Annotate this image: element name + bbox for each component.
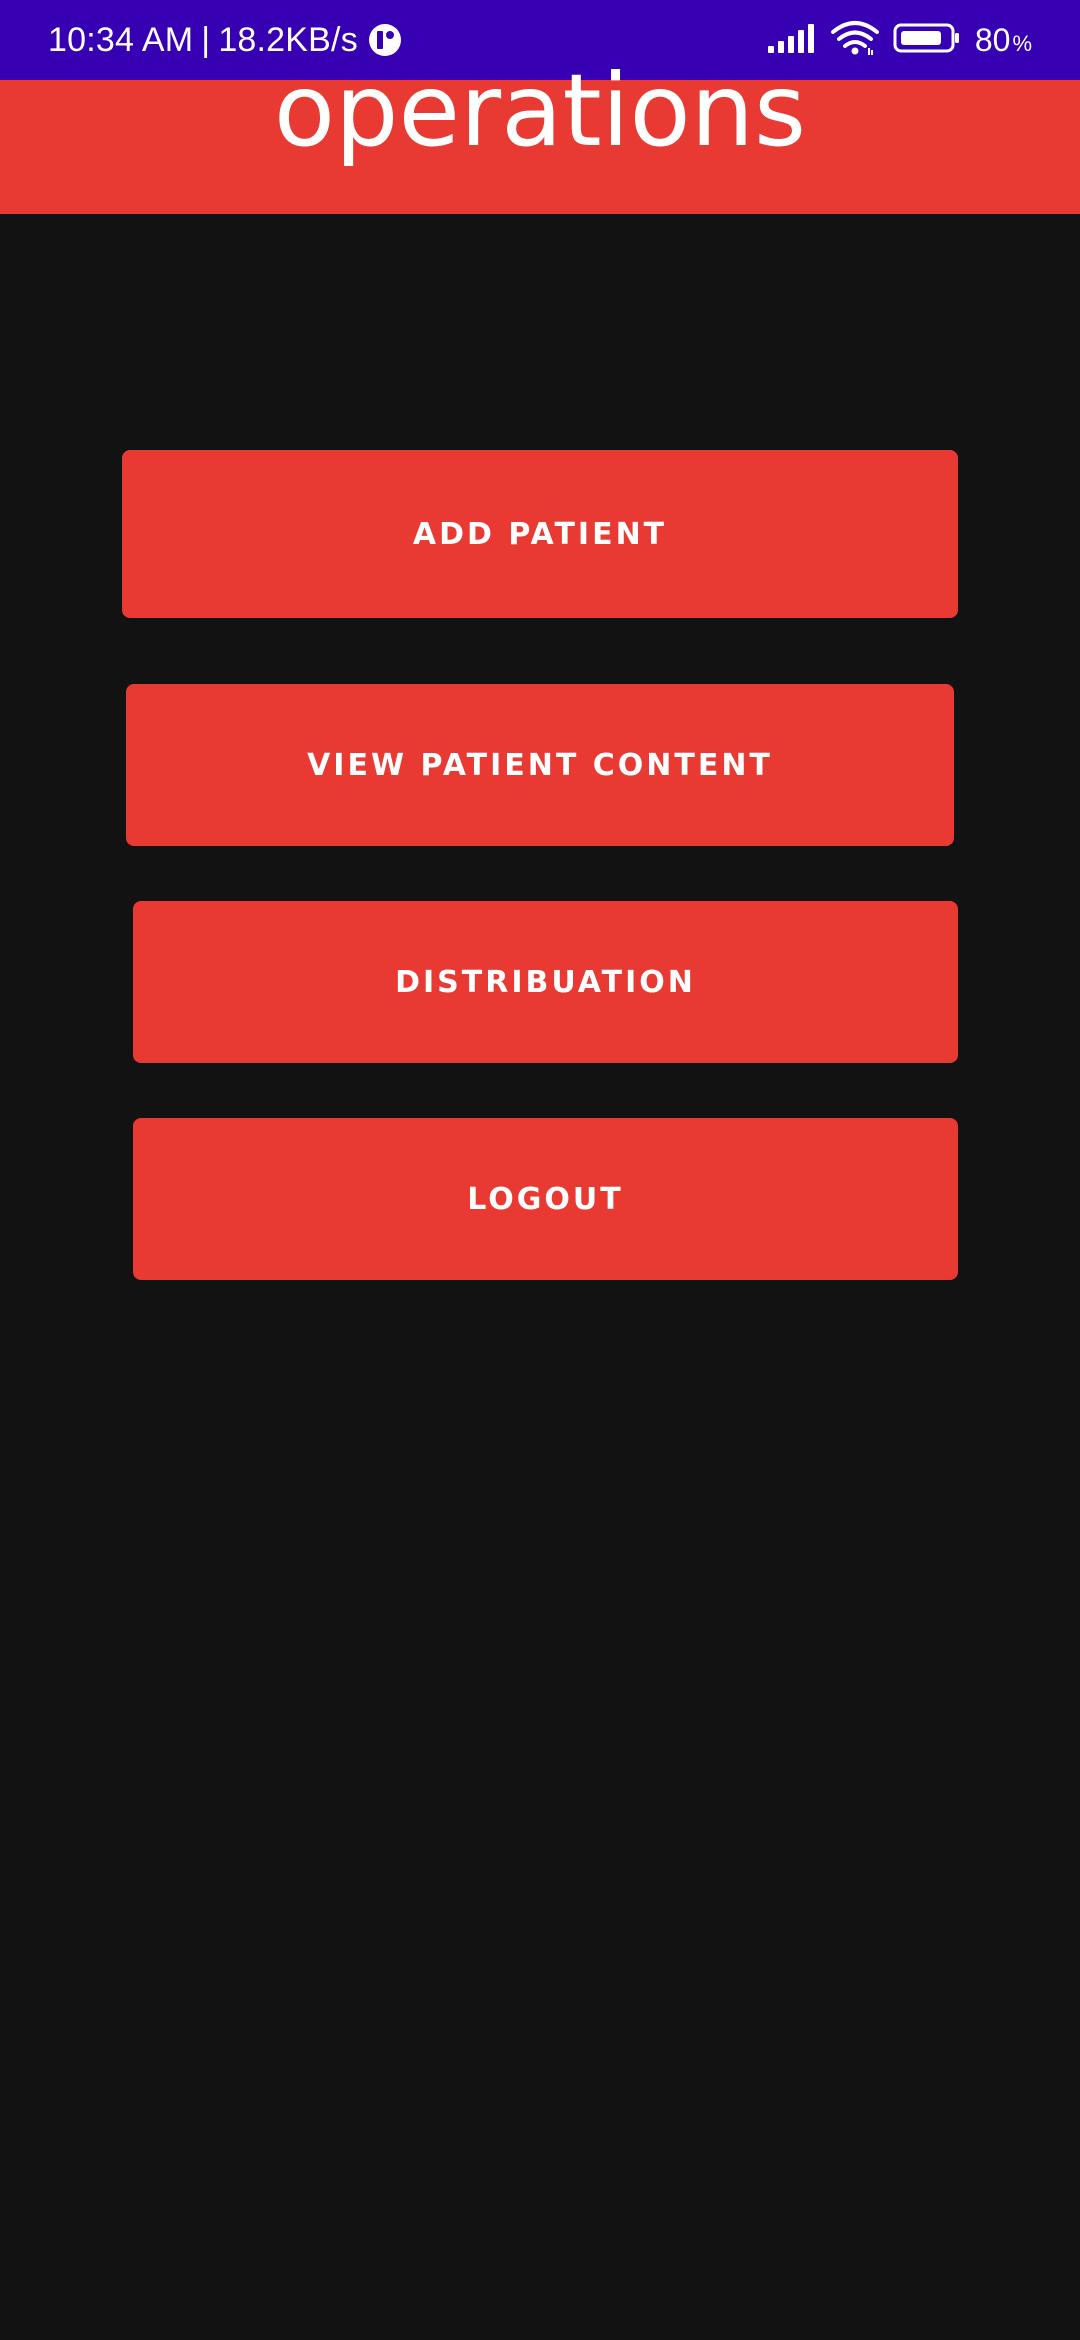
battery-percentage: 80% <box>975 22 1032 59</box>
status-separator: | <box>201 20 211 59</box>
screen: 10:34 AM | 18.2KB/s 80 % operations ADD … <box>0 0 1080 2340</box>
logout-button[interactable]: LOGOUT <box>133 1118 958 1280</box>
battery-unit: % <box>1012 30 1032 56</box>
add-patient-button[interactable]: ADD PATIENT <box>122 450 958 618</box>
view-patient-content-button[interactable]: VIEW PATIENT CONTENT <box>126 684 954 846</box>
app-header: operations <box>0 60 1080 214</box>
status-time: 10:34 AM <box>48 20 194 59</box>
page-title: operations <box>273 51 807 169</box>
status-right: 80% <box>767 0 1032 80</box>
battery-icon <box>893 22 961 59</box>
wifi-icon <box>830 20 879 61</box>
distribution-button[interactable]: DISTRIBUATION <box>133 901 958 1063</box>
battery-level: 80 <box>974 21 1011 58</box>
